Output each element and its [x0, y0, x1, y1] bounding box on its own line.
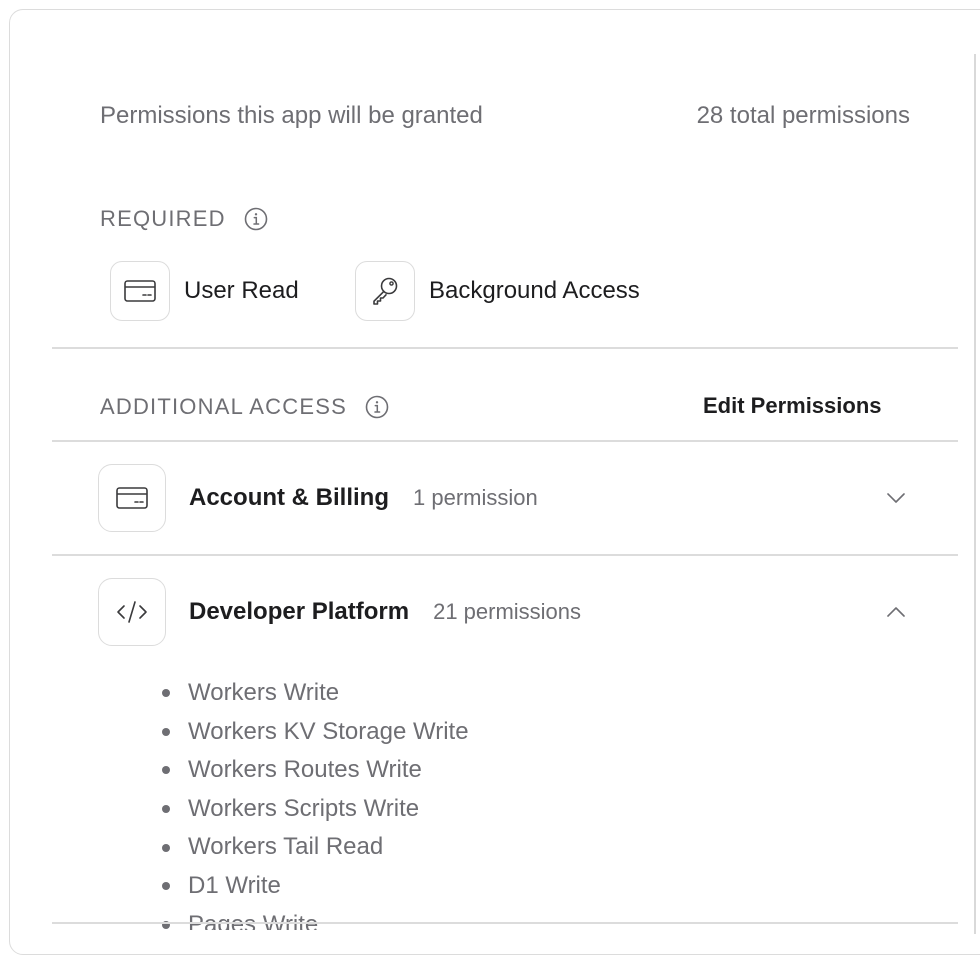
list-item: Pages Write: [162, 906, 862, 930]
card-icon: [98, 464, 166, 532]
divider: [52, 440, 958, 442]
group-title: Developer Platform: [189, 598, 410, 625]
list-item: Workers Scripts Write: [162, 790, 862, 829]
group-count: 1 permission: [413, 485, 538, 510]
permissions-panel: Permissions this app will be granted 28 …: [9, 9, 980, 955]
required-item-label: Background Access: [429, 277, 640, 304]
list-item: D1 Write: [162, 867, 862, 906]
list-item: Workers Routes Write: [162, 751, 862, 790]
code-icon: [98, 578, 166, 646]
divider: [52, 922, 958, 924]
required-section-label: REQUIRED: [100, 206, 268, 232]
group-title: Account & Billing: [189, 484, 389, 511]
edit-permissions-button[interactable]: Edit Permissions: [703, 393, 882, 419]
chevron-down-icon[interactable]: [884, 486, 908, 510]
group-account-billing[interactable]: Account & Billing 1 permission: [98, 464, 918, 532]
group-developer-platform[interactable]: Developer Platform 21 permissions: [98, 578, 918, 646]
required-item-user-read: User Read: [110, 261, 299, 321]
list-item: Workers Tail Read: [162, 828, 862, 867]
permissions-header: Permissions this app will be granted 28 …: [100, 100, 910, 132]
list-item: Workers KV Storage Write: [162, 713, 862, 752]
key-icon: [355, 261, 415, 321]
group-count: 21 permissions: [433, 599, 582, 624]
divider: [52, 554, 958, 556]
list-item: Workers Write: [162, 674, 862, 713]
additional-access-section-label: ADDITIONAL ACCESS: [100, 394, 389, 420]
additional-access-label: ADDITIONAL ACCESS: [100, 394, 347, 419]
developer-platform-permission-list: Workers Write Workers KV Storage Write W…: [162, 674, 862, 930]
permissions-title: Permissions this app will be granted: [100, 102, 483, 129]
required-item-background-access: Background Access: [355, 261, 640, 321]
info-icon[interactable]: [365, 395, 389, 419]
required-label: REQUIRED: [100, 206, 226, 231]
scrollbar[interactable]: [974, 54, 976, 934]
divider: [52, 347, 958, 349]
info-icon[interactable]: [244, 207, 268, 231]
required-item-label: User Read: [184, 277, 299, 304]
card-icon: [110, 261, 170, 321]
total-permissions-count: 28 total permissions: [696, 102, 910, 129]
chevron-up-icon[interactable]: [884, 600, 908, 624]
